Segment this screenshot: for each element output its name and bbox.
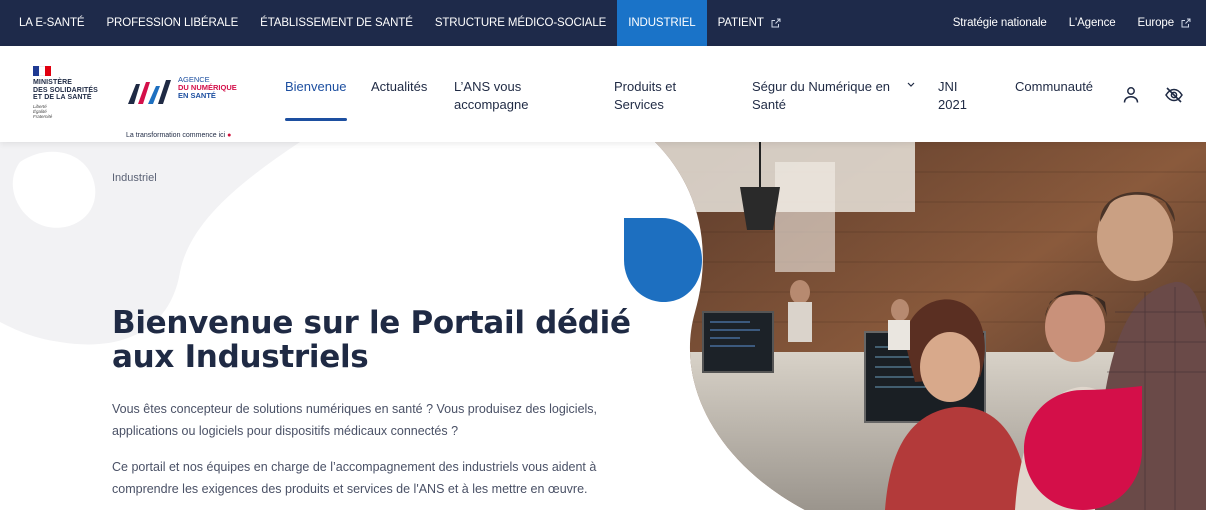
ans-tagline-text: La transformation commence ici xyxy=(126,132,226,139)
nav-segur[interactable]: Ségur du Numérique en Santé xyxy=(752,78,892,114)
link-label: L'Agence xyxy=(1068,17,1116,29)
nav-active-indicator xyxy=(285,118,347,121)
link-europe[interactable]: Europe xyxy=(1127,0,1202,46)
nav-ans-accompagne[interactable]: L’ANS vous accompagne xyxy=(454,78,544,114)
ministere-motto: Liberté Égalité Fraternité xyxy=(33,104,113,119)
audience-tab-label: PATIENT xyxy=(717,17,764,29)
ministere-line: DES SOLIDARITÉS xyxy=(33,86,98,94)
red-drop-shape xyxy=(1024,386,1142,510)
external-link-icon xyxy=(1181,18,1191,28)
nav-label: Produits et Services xyxy=(614,79,677,112)
chevron-down-icon[interactable] xyxy=(907,82,915,88)
audience-tab-label: ÉTABLISSEMENT DE SANTÉ xyxy=(260,17,413,29)
audience-nav: LA E-SANTÉ PROFESSION LIBÉRALE ÉTABLISSE… xyxy=(0,0,792,46)
audience-tab-patient[interactable]: PATIENT xyxy=(707,0,792,46)
blue-drop-shape xyxy=(624,218,702,302)
audience-tab-label: PROFESSION LIBÉRALE xyxy=(106,17,239,29)
ministere-line: MINISTÈRE xyxy=(33,79,73,86)
audience-tab-label: INDUSTRIEL xyxy=(628,17,696,29)
hero-description-paragraph: Ce portail et nos équipes en charge de l… xyxy=(112,460,597,496)
site-header: MINISTÈRE DES SOLIDARITÉS ET DE LA SANTÉ… xyxy=(0,46,1206,142)
ans-logo-mark xyxy=(128,80,171,104)
audience-tab-etablissement[interactable]: ÉTABLISSEMENT DE SANTÉ xyxy=(249,0,424,46)
motto-line: Fraternité xyxy=(33,113,53,119)
eye-off-icon[interactable] xyxy=(1164,86,1184,104)
ans-tagline: La transformation commence ici ● xyxy=(126,132,231,139)
audience-tab-e-sante[interactable]: LA E-SANTÉ xyxy=(8,0,95,46)
audience-tab-label: LA E-SANTÉ xyxy=(19,17,85,29)
link-label: Stratégie nationale xyxy=(952,17,1047,29)
nav-label: L’ANS vous accompagne xyxy=(454,79,529,112)
user-icon[interactable] xyxy=(1122,86,1140,104)
nav-label: Actualités xyxy=(371,79,428,94)
nav-label: Communauté xyxy=(1015,79,1094,94)
ans-logo[interactable]: AGENCE DU NUMÉRIQUE EN SANTÉ xyxy=(126,74,251,114)
ministere-line: ET DE LA SANTÉ xyxy=(33,94,92,101)
audience-tab-structure-medico-sociale[interactable]: STRUCTURE MÉDICO-SOCIALE xyxy=(424,0,617,46)
top-bar: LA E-SANTÉ PROFESSION LIBÉRALE ÉTABLISSE… xyxy=(0,0,1206,46)
breadcrumb[interactable]: Industriel xyxy=(112,172,157,184)
audience-tab-label: STRUCTURE MÉDICO-SOCIALE xyxy=(434,17,607,29)
french-flag-icon xyxy=(33,66,51,76)
nav-label: JNI 2021 xyxy=(938,79,967,112)
pin-icon: ● xyxy=(227,132,232,139)
nav-bienvenue[interactable]: Bienvenue xyxy=(285,78,346,96)
link-strategie-nationale[interactable]: Stratégie nationale xyxy=(942,0,1058,46)
nav-communaute[interactable]: Communauté xyxy=(1015,78,1093,96)
institutional-nav: Stratégie nationale L'Agence Europe xyxy=(942,0,1206,46)
nav-label: Ségur du Numérique en Santé xyxy=(752,79,891,112)
ans-line: EN SANTÉ xyxy=(178,91,216,100)
hero-section: Industriel Bienvenue sur le Portail dédi… xyxy=(0,142,1206,510)
audience-tab-profession-liberale[interactable]: PROFESSION LIBÉRALE xyxy=(95,0,249,46)
link-agence[interactable]: L'Agence xyxy=(1058,0,1127,46)
ans-logo-text: AGENCE DU NUMÉRIQUE EN SANTÉ xyxy=(178,76,237,100)
external-link-icon xyxy=(771,18,781,28)
hero-intro-paragraph: Vous êtes concepteur de solutions numéri… xyxy=(112,402,598,438)
link-label: Europe xyxy=(1137,17,1175,29)
nav-label: Bienvenue xyxy=(285,79,347,94)
nav-produits-services[interactable]: Produits et Services xyxy=(614,78,694,114)
nav-jni[interactable]: JNI 2021 xyxy=(938,78,978,114)
audience-tab-industriel[interactable]: INDUSTRIEL xyxy=(617,0,707,46)
hero-title: Bienvenue sur le Portail dédié aux Indus… xyxy=(112,305,631,375)
breadcrumb-item: Industriel xyxy=(112,172,157,184)
nav-actualites[interactable]: Actualités xyxy=(371,78,427,96)
ministere-logo[interactable]: MINISTÈRE DES SOLIDARITÉS ET DE LA SANTÉ… xyxy=(33,66,113,119)
